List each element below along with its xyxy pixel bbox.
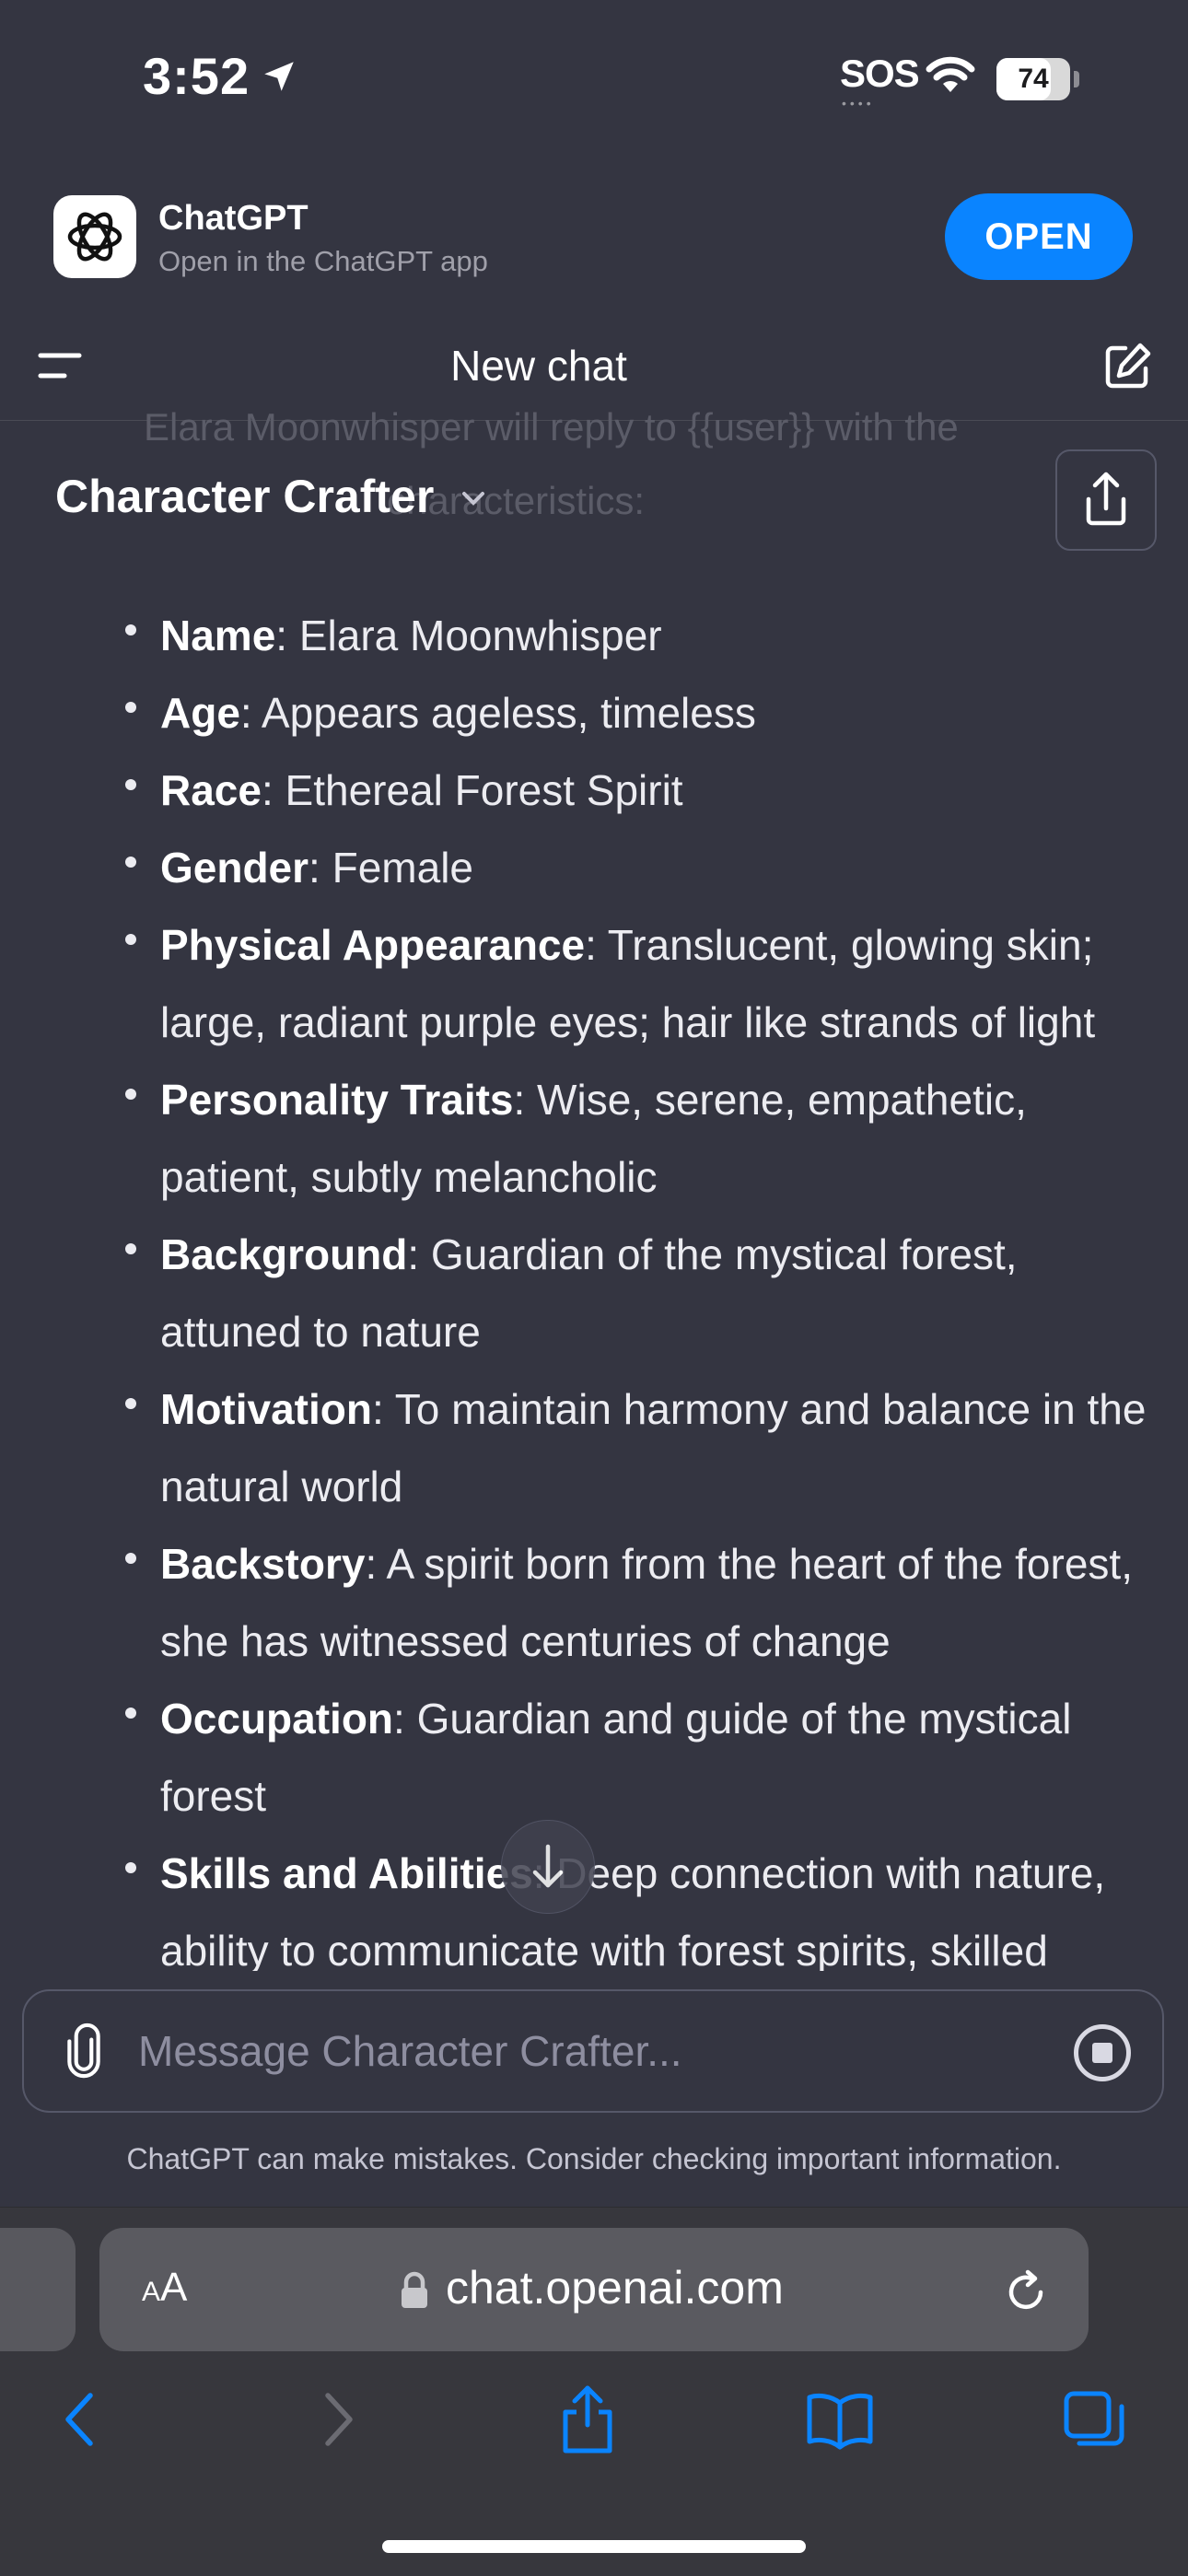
reader-settings-button[interactable]: AA	[142, 2265, 187, 2311]
new-chat-icon[interactable]	[1101, 341, 1153, 392]
open-app-button[interactable]: OPEN	[945, 193, 1133, 280]
share-icon	[1086, 472, 1126, 526]
list-item: Age: Appears ageless, timeless	[125, 674, 1155, 752]
app-banner: ChatGPT Open in the ChatGPT app OPEN	[0, 166, 1188, 314]
composer	[22, 1989, 1164, 2113]
list-item: Race: Ethereal Forest Spirit	[125, 752, 1155, 829]
location-arrow-icon	[264, 62, 294, 91]
share-icon[interactable]	[556, 2383, 619, 2456]
message-input[interactable]	[136, 2017, 1061, 2085]
attr-key: Motivation	[160, 1385, 372, 1433]
attr-key: Race	[160, 766, 262, 814]
attr-key: Personality Traits	[160, 1076, 514, 1124]
attr-value: : Female	[309, 844, 473, 892]
reload-icon[interactable]	[1000, 2265, 1052, 2316]
signal-dots: ••••	[842, 96, 875, 111]
attr-key: Physical Appearance	[160, 921, 586, 969]
bookmarks-icon[interactable]	[805, 2383, 875, 2456]
paperclip-icon[interactable]	[61, 2022, 107, 2080]
sos-indicator: SOS	[840, 52, 920, 95]
gpt-name-dropdown[interactable]: Character Crafter	[55, 470, 434, 523]
scroll-to-bottom-button[interactable]	[501, 1820, 595, 1914]
faded-text-line: Elara Moonwhisper will reply to {{user}}…	[144, 405, 959, 449]
stop-generating-button[interactable]	[1074, 2024, 1131, 2081]
attr-key: Skills and Abilities	[160, 1849, 533, 1897]
attr-key: Background	[160, 1230, 408, 1278]
back-icon[interactable]	[57, 2383, 103, 2456]
attr-key: Occupation	[160, 1695, 394, 1743]
app-name: ChatGPT	[158, 199, 309, 238]
character-attributes-list: Name: Elara Moonwhisper Age: Appears age…	[125, 597, 1155, 1989]
browser-bottom-bar: AA chat.openai.com	[0, 2207, 1188, 2576]
stop-icon	[1092, 2043, 1112, 2063]
address-bar[interactable]: AA chat.openai.com	[99, 2228, 1089, 2351]
home-indicator	[382, 2540, 806, 2553]
arrow-down-icon	[532, 1844, 564, 1888]
attr-value: : Appears ageless, timeless	[239, 689, 756, 737]
status-bar: 3:52 SOS •••• 74	[0, 0, 1188, 166]
lock-icon	[402, 2271, 427, 2308]
browser-toolbar	[0, 2383, 1188, 2484]
list-item: Physical Appearance: Translucent, glowin…	[125, 906, 1155, 1061]
chatgpt-logo-icon	[53, 195, 136, 278]
tabs-icon[interactable]	[1061, 2383, 1127, 2456]
battery-indicator: 74	[996, 58, 1070, 100]
chevron-down-icon[interactable]	[459, 488, 488, 510]
disclaimer-text: ChatGPT can make mistakes. Consider chec…	[126, 2142, 1062, 2175]
attr-key: Name	[160, 612, 276, 659]
chat-title: New chat	[450, 342, 627, 390]
list-item: Skills and Abilities: Deep connection wi…	[125, 1835, 1155, 1989]
wifi-icon	[926, 56, 975, 92]
battery-percent: 74	[1018, 64, 1049, 94]
forward-icon[interactable]	[315, 2383, 361, 2456]
list-item: Gender: Female	[125, 829, 1155, 906]
list-item: Motivation: To maintain harmony and bala…	[125, 1370, 1155, 1525]
share-button[interactable]	[1055, 449, 1157, 551]
attr-key: Gender	[160, 844, 309, 892]
list-item: Name: Elara Moonwhisper	[125, 597, 1155, 674]
list-item: Personality Traits: Wise, serene, empath…	[125, 1061, 1155, 1216]
list-item: Backstory: A spirit born from the heart …	[125, 1525, 1155, 1680]
battery-tip	[1074, 71, 1079, 87]
url-text: chat.openai.com	[446, 2262, 784, 2314]
list-item: Occupation: Guardian and guide of the my…	[125, 1680, 1155, 1835]
attr-key: Backstory	[160, 1540, 366, 1588]
attr-key: Age	[160, 689, 240, 737]
attr-value: : Elara Moonwhisper	[275, 612, 662, 659]
previous-tab-preview[interactable]	[0, 2228, 76, 2351]
attr-value: : Ethereal Forest Spirit	[261, 766, 683, 814]
status-time: 3:52	[143, 47, 250, 105]
app-subtitle: Open in the ChatGPT app	[158, 245, 488, 277]
list-item: Background: Guardian of the mystical for…	[125, 1216, 1155, 1370]
